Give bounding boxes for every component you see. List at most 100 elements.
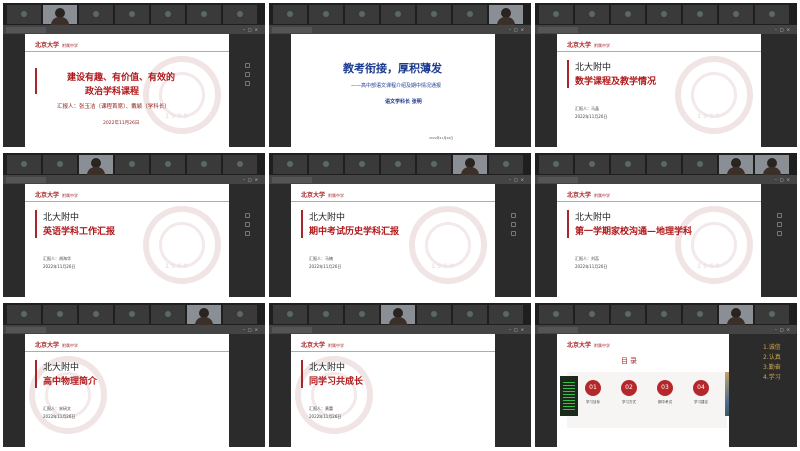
tab[interactable] (6, 327, 46, 333)
screen-share-panel-study[interactable]: –□× 北京大学 附属中学 1960 北大附中 同学习共成长 汇报人：黄蕾 202… (269, 303, 531, 447)
school-seal-watermark: 1960 (675, 206, 753, 284)
screen-share-panel-chinese[interactable]: –□× 教考衔接，厚积薄发 ——高中部语文课程介绍及期中情况通报 语文学科长 张… (269, 3, 531, 147)
tab[interactable] (272, 27, 312, 33)
screen-share-panel-physics[interactable]: –□× 北京大学 附属中学 1960 北大附中 高中物理简介 汇报人：宋研文 20… (3, 303, 265, 447)
tab[interactable] (6, 177, 46, 183)
side-toolbar[interactable] (511, 213, 519, 240)
slide-title: 第一学期家校沟通—地理学科 (575, 227, 693, 237)
participant-video[interactable] (79, 155, 113, 175)
toc-item: 03 期中考试 (653, 380, 677, 405)
window-tab-bar[interactable]: –□× (3, 325, 265, 334)
window-controls-icon[interactable]: –□× (509, 27, 527, 32)
camera-bar (269, 303, 531, 325)
side-toolbar[interactable] (245, 63, 253, 90)
toc-title: 目录 (621, 357, 639, 365)
school-logo: 北京大学 附属中学 (35, 42, 79, 49)
school-seal-watermark: 1960 (143, 56, 221, 134)
camera-bar (269, 3, 531, 25)
tool-icon (245, 72, 250, 77)
reporter-text: 汇报人：张玉洁（课程首席）、戴颖（学科长） (57, 104, 170, 110)
school-name: 北大附中 (43, 363, 80, 373)
camera-bar (535, 3, 797, 25)
tab[interactable] (6, 27, 46, 33)
presentation-slide: 教考衔接，厚积薄发 ——高中部语文课程介绍及期中情况通报 语文学科长 张明 20… (291, 34, 495, 147)
slide-title-line1: 建设有趣、有价值、有效的 (67, 73, 176, 83)
participant-video[interactable] (719, 305, 753, 325)
keyword-item: 3.勤奋 (763, 364, 781, 371)
window-tab-bar[interactable]: –□× (535, 325, 797, 334)
toc-item: 04 学习建议 (689, 380, 713, 405)
tool-icon (245, 213, 250, 218)
slide-title: 高中物理简介 (43, 377, 98, 387)
window-tab-bar[interactable]: –□× (269, 175, 531, 184)
side-toolbar[interactable] (777, 213, 785, 240)
window-tab-bar[interactable]: –□× (535, 175, 797, 184)
school-seal-watermark: 1960 (143, 206, 221, 284)
window-controls-icon[interactable]: –□× (775, 27, 793, 32)
decorative-image (725, 372, 729, 416)
participant-video[interactable] (755, 155, 789, 175)
participant-video[interactable] (719, 155, 753, 175)
school-logo: 北京大学 附属中学 (567, 42, 611, 49)
screen-share-panel-contents[interactable]: –□× 北京大学 附属中学 目录 01 学习目标 02 学习方式 03 期中考试 04 学… (535, 303, 797, 447)
date-text: 2022年11月26日 (429, 136, 454, 140)
tab[interactable] (538, 177, 578, 183)
tool-icon (511, 231, 516, 236)
window-tab-bar[interactable]: –□× (269, 25, 531, 34)
side-toolbar[interactable] (245, 213, 253, 240)
tab[interactable] (272, 177, 312, 183)
date-text: 2022年11月26日 (43, 414, 76, 419)
presentation-slide: 北京大学 附属中学 1960 北大附中 第一学期家校沟通—地理学科 汇报人：刘蕊 … (557, 184, 761, 297)
tab[interactable] (538, 327, 578, 333)
participant-video[interactable] (43, 5, 77, 25)
window-tab-bar[interactable]: –□× (3, 25, 265, 34)
slide-title: 期中考试历史学科汇报 (309, 227, 400, 237)
meeting-grid: –□× 北京大学 附属中学 1960 建设有趣、有价值、有效的 政治学科课程 汇报… (0, 0, 800, 451)
tool-icon (245, 222, 250, 227)
school-name: 北大附中 (43, 213, 80, 223)
school-logo: 北京大学 附属中学 (301, 342, 345, 349)
presentation-slide: 北京大学 附属中学 1960 建设有趣、有价值、有效的 政治学科课程 汇报人：张玉… (25, 34, 229, 147)
window-controls-icon[interactable]: –□× (509, 177, 527, 182)
presentation-slide: 北京大学 附属中学 1960 北大附中 同学习共成长 汇报人：黄蕾 2022年11… (291, 334, 495, 447)
date-text: 2022年11月26日 (103, 121, 140, 126)
window-tab-bar[interactable]: –□× (269, 325, 531, 334)
school-seal-watermark: 1960 (409, 206, 487, 284)
tab[interactable] (538, 27, 578, 33)
tool-icon (245, 81, 250, 86)
screen-share-panel-math[interactable]: –□× 北京大学 附属中学 1960 北大附中 数学课程及教学情况 汇报人：马晶 … (535, 3, 797, 147)
screen-share-panel-english[interactable]: –□× 北京大学 附属中学 1960 北大附中 英语学科工作汇报 汇报人：胡海华 … (3, 153, 265, 297)
school-name: 北大附中 (575, 63, 612, 73)
slide-title-line2: 政治学科课程 (85, 87, 140, 97)
window-controls-icon[interactable]: –□× (243, 327, 261, 332)
window-tab-bar[interactable]: –□× (535, 25, 797, 34)
tab[interactable] (272, 327, 312, 333)
school-logo: 北京大学 附属中学 (35, 192, 79, 199)
window-controls-icon[interactable]: –□× (243, 27, 261, 32)
presentation-slide: 北京大学 附属中学 1960 北大附中 数学课程及教学情况 汇报人：马晶 2022… (557, 34, 761, 147)
school-name: 北大附中 (309, 363, 346, 373)
screen-share-panel-history[interactable]: –□× 北京大学 附属中学 1960 北大附中 期中考试历史学科汇报 汇报人：马楠… (269, 153, 531, 297)
participant-video[interactable] (187, 305, 221, 325)
keyword-item: 1.诚信 (763, 344, 781, 351)
reporter-text: 汇报人：胡海华 (43, 256, 71, 261)
tool-icon (777, 213, 782, 218)
participant-video[interactable] (453, 155, 487, 175)
toc-item: 02 学习方式 (617, 380, 641, 405)
window-controls-icon[interactable]: –□× (509, 327, 527, 332)
presentation-slide: 北京大学 附属中学 1960 北大附中 高中物理简介 汇报人：宋研文 2022年1… (25, 334, 229, 447)
school-logo: 北京大学 附属中学 (35, 342, 79, 349)
reporter-text: 汇报人：刘蕊 (575, 256, 599, 261)
date-text: 2022年11月26日 (43, 264, 76, 269)
window-controls-icon[interactable]: –□× (775, 177, 793, 182)
participant-video[interactable] (489, 5, 523, 25)
participant-video[interactable] (381, 305, 415, 325)
tool-icon (777, 222, 782, 227)
window-controls-icon[interactable]: –□× (243, 177, 261, 182)
reporter-text: 汇报人：马楠 (309, 256, 333, 261)
window-tab-bar[interactable]: –□× (3, 175, 265, 184)
window-controls-icon[interactable]: –□× (775, 327, 793, 332)
screen-share-panel-geography[interactable]: –□× 北京大学 附属中学 1960 北大附中 第一学期家校沟通—地理学科 汇报人… (535, 153, 797, 297)
date-text: 2022年11月26日 (309, 264, 342, 269)
screen-share-panel-politics[interactable]: –□× 北京大学 附属中学 1960 建设有趣、有价值、有效的 政治学科课程 汇报… (3, 3, 265, 147)
